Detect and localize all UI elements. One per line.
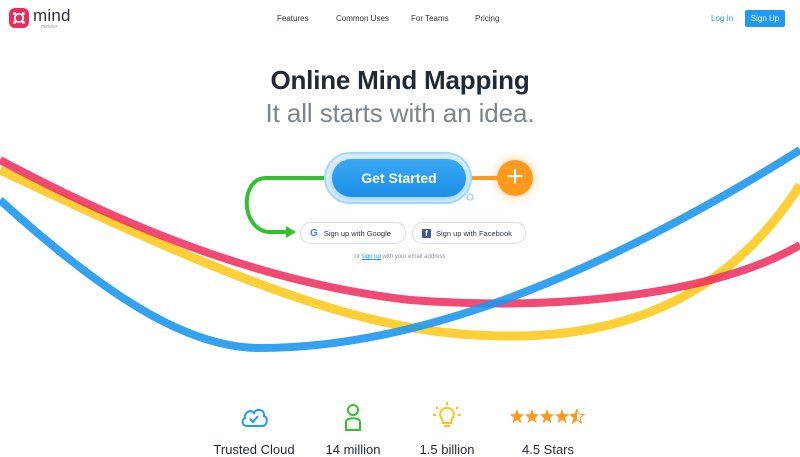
nav-features[interactable]: Features <box>277 14 309 23</box>
feature-rating: 4.5 Stars <box>498 402 598 457</box>
hero-subtitle: It all starts with an idea. <box>265 98 535 128</box>
facebook-icon: f <box>422 228 431 238</box>
nav-common-uses[interactable]: Common Uses <box>336 14 389 23</box>
cloud-check-icon <box>204 402 304 432</box>
facebook-signup-button[interactable]: f Sign up with Facebook <box>412 222 526 244</box>
logo-text: mind meister <box>33 7 71 30</box>
signup-button[interactable]: Sign Up <box>745 10 785 27</box>
brand-sub: meister <box>41 24 58 30</box>
feature-users: 14 million <box>303 402 403 457</box>
plus-icon[interactable]: + <box>497 160 533 196</box>
email-signup-line: or sign up with your email address <box>0 254 800 260</box>
brand-name: mind <box>33 6 71 25</box>
hero-title: Online Mind Mapping <box>270 65 530 95</box>
feature-ideas: 1.5 billion <box>397 402 497 457</box>
stars-icon <box>498 402 598 432</box>
email-suffix: with your email address <box>382 254 446 260</box>
login-link[interactable]: Log In <box>711 14 733 23</box>
facebook-signup-label: Sign up with Facebook <box>436 228 512 238</box>
google-signup-label: Sign up with Google <box>323 228 391 238</box>
user-icon <box>303 402 403 432</box>
green-arrowhead <box>286 226 296 238</box>
nav-pricing[interactable]: Pricing <box>475 14 499 23</box>
get-started-button[interactable]: Get Started <box>332 159 466 197</box>
feature-trusted-cloud: Trusted Cloud <box>204 402 304 457</box>
logo-icon <box>9 8 29 28</box>
cta-handle <box>466 193 474 201</box>
top-header: mind meister Features Common Uses For Te… <box>0 0 800 40</box>
google-icon: G <box>310 227 318 239</box>
google-signup-button[interactable]: G Sign up with Google <box>300 222 406 244</box>
email-prefix: or <box>354 254 360 260</box>
brand-logo[interactable]: mind meister <box>8 7 71 30</box>
nav-for-teams[interactable]: For Teams <box>411 14 449 23</box>
email-signup-link[interactable]: sign up <box>361 254 380 260</box>
lightbulb-icon <box>397 402 497 432</box>
